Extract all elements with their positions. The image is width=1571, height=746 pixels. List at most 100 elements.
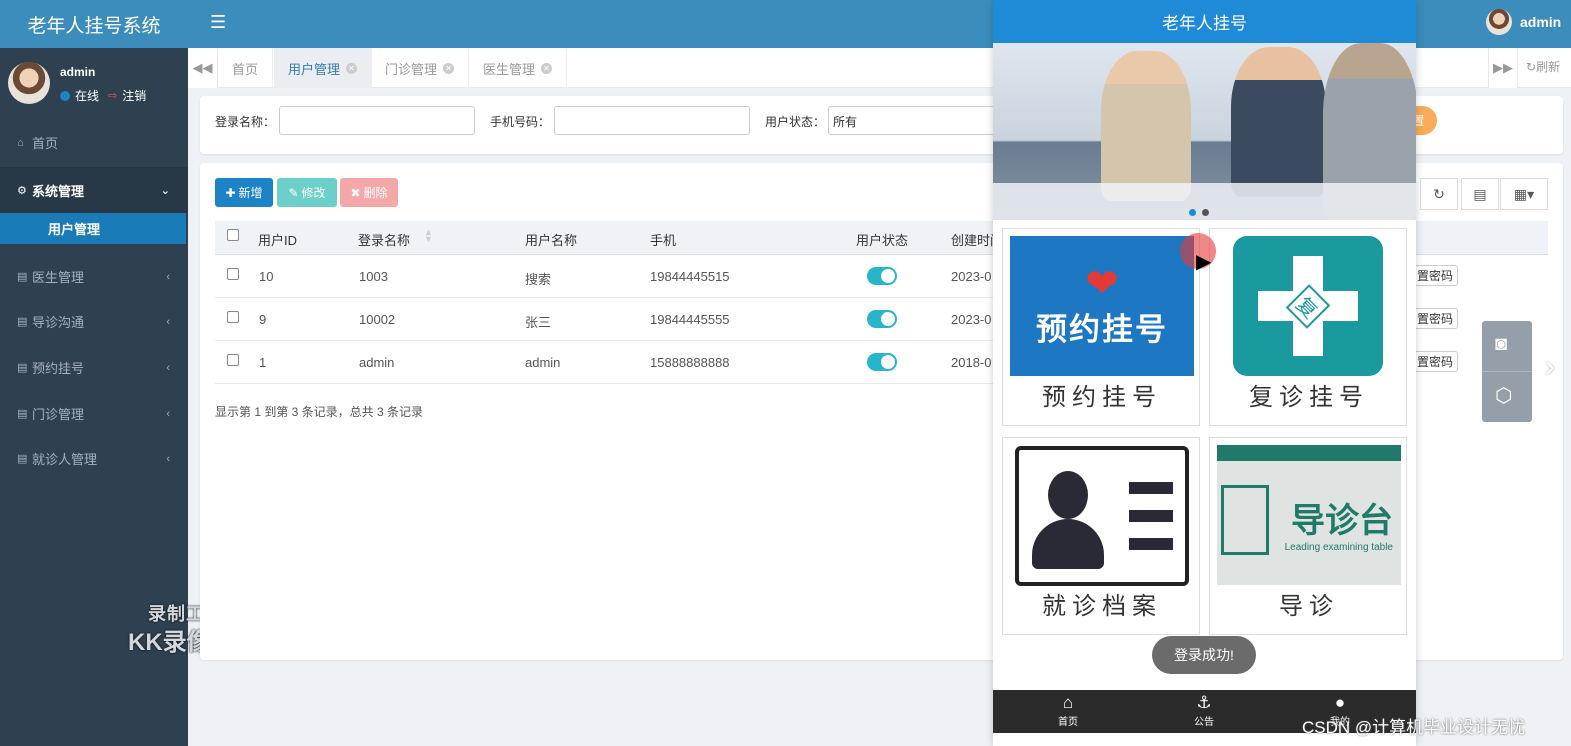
hexagon-icon[interactable]: ⬡: [1495, 383, 1512, 408]
online-status: 在线: [60, 87, 99, 104]
sidebar-item-clinics[interactable]: ▤ 门诊管理 ‹: [0, 391, 188, 436]
status-toggle[interactable]: [867, 353, 897, 371]
tab-clinic-management[interactable]: 门诊管理 ✕: [371, 48, 470, 88]
delete-button[interactable]: ✖ 删除: [340, 178, 398, 207]
card-label: 复诊挂号: [1249, 384, 1369, 411]
status-toggle[interactable]: [867, 267, 897, 285]
online-dot-icon: [60, 90, 70, 101]
phone-input[interactable]: [554, 106, 750, 135]
gear-icon: ⚙: [17, 184, 27, 197]
phone-label: 手机号码：: [490, 115, 551, 129]
reset-password-button[interactable]: 置密码: [1412, 265, 1458, 286]
card-records[interactable]: 就诊档案: [1002, 437, 1200, 635]
columns-button[interactable]: ▦▾: [1500, 178, 1548, 210]
chevron-left-icon: ‹: [166, 407, 170, 420]
reset-password-button[interactable]: 置密码: [1412, 308, 1458, 329]
close-icon[interactable]: ✕: [346, 62, 358, 74]
book-icon: ▤: [17, 316, 28, 328]
close-icon[interactable]: ✕: [541, 62, 553, 74]
carousel-dot-active[interactable]: [1189, 209, 1196, 216]
cell-user-name: admin: [525, 355, 561, 370]
sidebar-item-label: 门诊管理: [32, 407, 85, 422]
cursor-icon: ▶: [1196, 251, 1212, 273]
sidebar-item-label: 医生管理: [32, 270, 85, 285]
mobile-nav-notice[interactable]: ⚓ 公告: [1174, 693, 1234, 728]
person-figure: [1231, 47, 1326, 197]
sidebar-item-patients[interactable]: ▤ 就诊人管理 ‹: [0, 436, 188, 481]
tab-doctor-management[interactable]: 医生管理 ✕: [469, 48, 568, 88]
logout-link[interactable]: ⇨ 注销: [108, 87, 146, 104]
sort-icon[interactable]: ▲ ▼: [424, 228, 433, 244]
user-silhouette-icon: [1031, 461, 1104, 571]
login-name-input[interactable]: [279, 106, 475, 135]
row-checkbox[interactable]: [227, 311, 239, 323]
list-icon: ▤: [1473, 185, 1487, 202]
card-appointment[interactable]: ❤ 预约挂号 预约挂号: [1002, 228, 1200, 426]
cell-phone: 15888888888: [650, 355, 730, 370]
book-icon: ▤: [17, 271, 28, 283]
reset-password-button[interactable]: 置密码: [1412, 351, 1458, 372]
row-checkbox[interactable]: [227, 268, 239, 280]
tab-scroll-left-icon[interactable]: ◀◀: [188, 48, 218, 88]
avatar: [8, 62, 50, 104]
status-toggle[interactable]: [867, 310, 897, 328]
mobile-nav-home[interactable]: ⌂ 首页: [1038, 693, 1098, 728]
column-header: 手机: [650, 233, 677, 248]
cell-login-name: 1003: [359, 269, 388, 284]
tab-label: 医生管理: [483, 61, 536, 77]
guide-image: 导诊台 Leading examining table: [1217, 445, 1401, 585]
sidebar-item-label: 首页: [32, 136, 59, 151]
carousel-dot[interactable]: [1202, 209, 1209, 216]
toggle-view-button[interactable]: ▤: [1461, 178, 1499, 210]
cell-created: 2023-0: [951, 312, 992, 327]
select-all-checkbox[interactable]: [227, 229, 239, 241]
refresh-table-button[interactable]: ↻: [1420, 178, 1458, 210]
tab-home[interactable]: 首页: [218, 48, 274, 88]
banner-image[interactable]: [993, 43, 1416, 220]
sidebar-item-users[interactable]: 用户管理: [0, 213, 186, 244]
edit-label: 修改: [301, 186, 326, 200]
header-avatar[interactable]: [1486, 9, 1512, 35]
card-guide[interactable]: 导诊台 Leading examining table 导诊: [1209, 437, 1407, 635]
records-image: [1015, 446, 1189, 586]
online-label: 在线: [75, 89, 100, 103]
plus-icon: ✚: [225, 185, 236, 200]
sidebar-item-system[interactable]: ⚙ 系统管理 ⌄: [0, 167, 188, 213]
book-icon: ▤: [17, 362, 28, 374]
tab-label: 首页: [232, 61, 259, 77]
column-header[interactable]: 登录名称: [358, 230, 410, 249]
row-checkbox[interactable]: [227, 354, 239, 366]
menu-toggle-icon[interactable]: ☰: [210, 12, 226, 33]
sidebar-username: admin: [60, 65, 96, 79]
cell-login-name: 10002: [359, 312, 396, 327]
revisit-image-text: 复: [1285, 283, 1331, 329]
sidebar-item-home[interactable]: ⌂ 首页: [0, 120, 188, 165]
home-icon: ⌂: [1062, 693, 1074, 712]
card-revisit[interactable]: 复 复诊挂号: [1209, 228, 1407, 426]
refresh-button[interactable]: ↻刷新: [1526, 58, 1560, 75]
cross-icon: 复: [1258, 256, 1358, 356]
refresh-icon: ↻: [1526, 60, 1537, 74]
chevron-left-icon: ‹: [166, 270, 170, 283]
sidebar-item-label: 导诊沟通: [32, 315, 85, 330]
sidebar-item-guidance[interactable]: ▤ 导诊沟通 ‹: [0, 299, 188, 344]
header-username[interactable]: admin: [1520, 14, 1561, 30]
person-figure: [1101, 51, 1191, 201]
chevron-left-icon: ‹: [166, 315, 170, 328]
card-label: 预约挂号: [1042, 384, 1162, 411]
camera-icon[interactable]: ◙: [1495, 333, 1507, 356]
sidebar-item-appointments[interactable]: ▤ 预约挂号 ‹: [0, 345, 188, 390]
login-name-label: 登录名称：: [215, 115, 276, 129]
sidebar-item-label: 系统管理: [32, 183, 85, 199]
cell-login-name: admin: [359, 355, 395, 370]
edit-button[interactable]: ✎ 修改: [277, 178, 337, 207]
tab-user-management[interactable]: 用户管理 ✕: [274, 48, 373, 88]
tab-scroll-right-icon[interactable]: ▶▶: [1488, 48, 1518, 88]
chevron-right-icon[interactable]: ›: [1545, 350, 1555, 384]
add-button[interactable]: ✚ 新增: [215, 178, 273, 207]
status-select[interactable]: 所有: [828, 106, 998, 135]
chevron-down-icon: ⌄: [160, 184, 170, 197]
close-icon[interactable]: ✕: [443, 62, 455, 74]
sidebar-item-doctors[interactable]: ▤ 医生管理 ‹: [0, 254, 188, 299]
book-icon: ▤: [17, 408, 28, 420]
